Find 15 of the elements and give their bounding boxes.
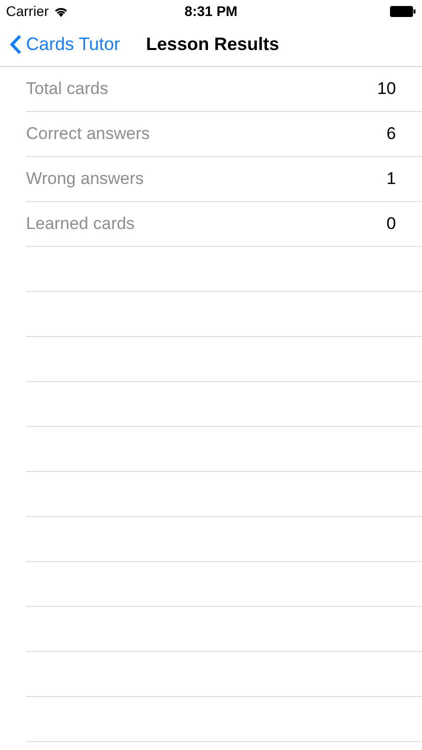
screen-title: Lesson Results (146, 34, 280, 54)
row-label: Learned cards (26, 214, 135, 234)
battery-icon (390, 6, 416, 16)
status-time: 8:31 PM (184, 3, 238, 19)
wifi-icon (54, 6, 68, 16)
row-label: Correct answers (26, 124, 150, 144)
row-label: Wrong answers (26, 169, 144, 189)
row-value: 1 (386, 169, 396, 189)
row-value: 10 (377, 79, 396, 99)
row-label: Total cards (26, 79, 108, 99)
back-button[interactable]: Cards Tutor (10, 34, 120, 54)
row-value: 0 (386, 214, 396, 234)
row-value: 6 (386, 124, 396, 144)
carrier-name: Carrier (6, 3, 49, 19)
chevron-left-icon (10, 34, 22, 54)
